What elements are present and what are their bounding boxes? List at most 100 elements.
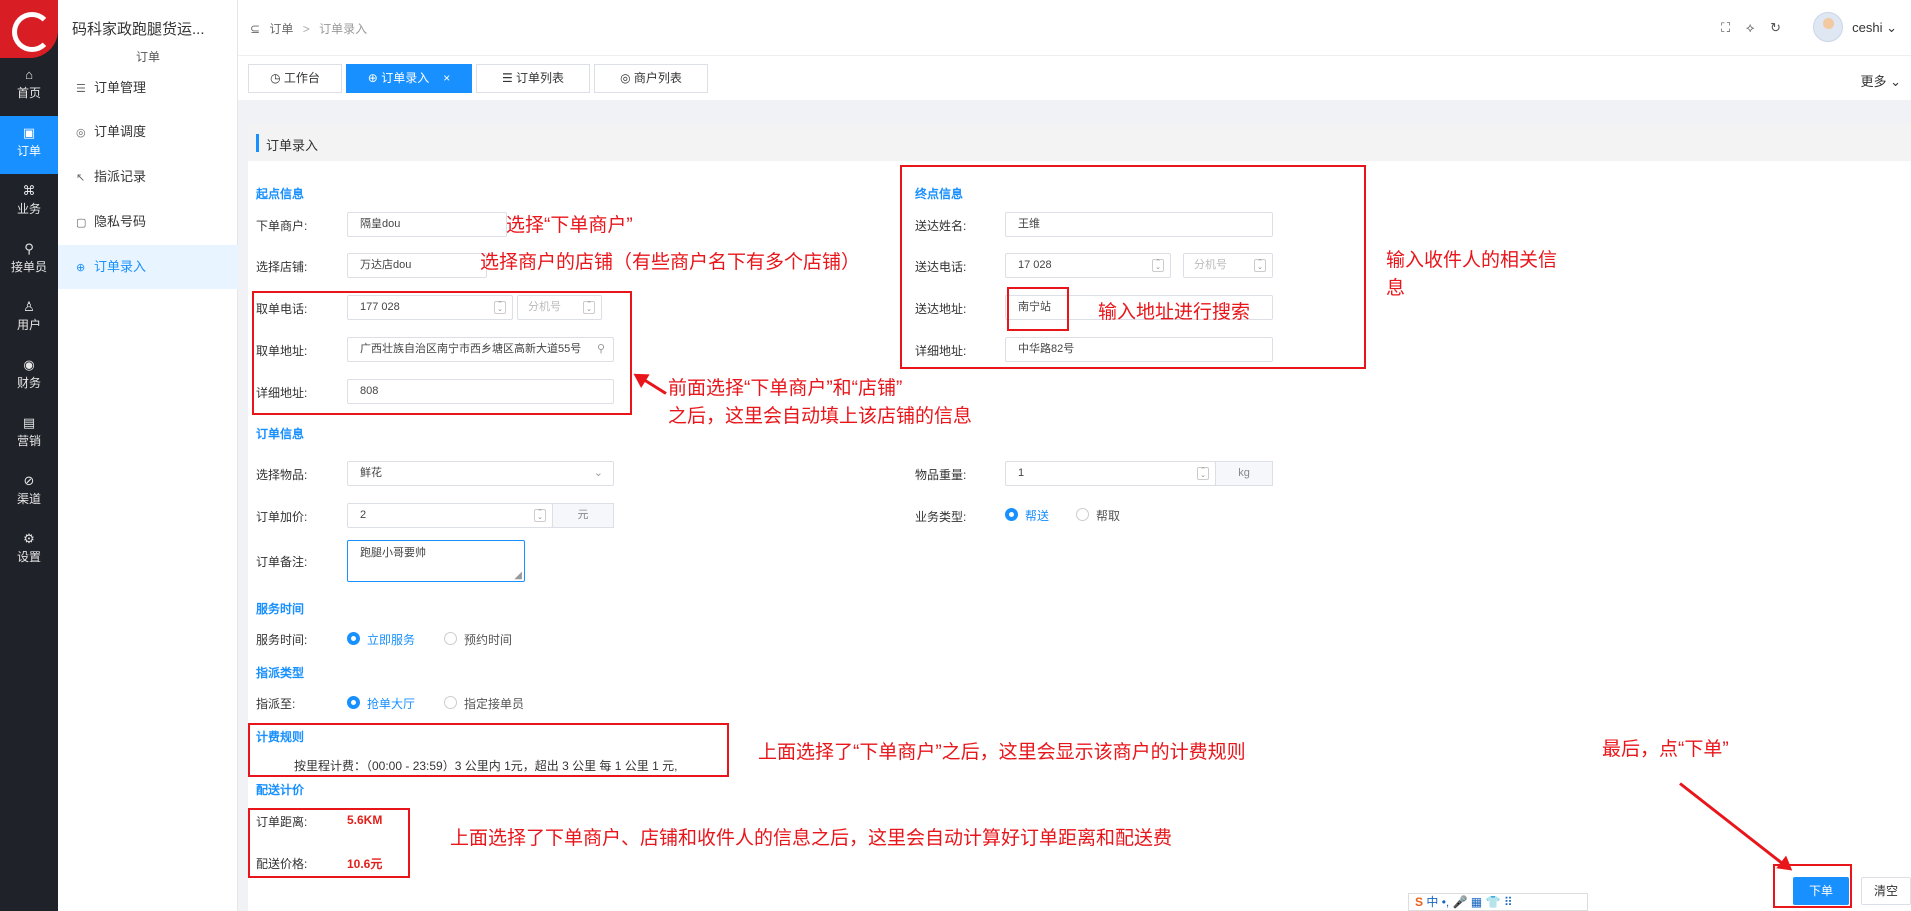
tabs-more-label: 更多 (1860, 74, 1887, 89)
annotation-select-merchant: 选择“下单商户” (506, 215, 633, 236)
assign-section-title: 指派类型 (256, 666, 305, 680)
main-nav-rail: ⌂ 首页 ▣ 订单 ⌘ 业务 ⚲ 接单员 ♙ 用户 ◉ 财务 ▤ 营销 ⊘ 渠道… (0, 0, 58, 911)
skin-icon[interactable]: 👕 (1486, 895, 1501, 909)
collapse-menu-icon[interactable]: ⊆ (250, 22, 260, 36)
merchant-select[interactable]: 隔皇dou (347, 212, 507, 237)
goods-label: 选择物品: (256, 468, 308, 482)
annotation-select-shop: 选择商户的店铺（有些商户名下有多个店铺） (480, 252, 861, 273)
business-type-pickup-radio[interactable] (1076, 508, 1089, 521)
fullscreen-icon[interactable]: ⛶ (1721, 20, 1730, 35)
rail-item-settings[interactable]: ⚙ 设置 (0, 522, 58, 580)
assign-hall-radio[interactable] (347, 696, 360, 709)
close-icon[interactable]: × (443, 71, 450, 85)
breadcrumb-item-order-entry: 订单录入 (319, 22, 368, 36)
tab-order-list[interactable]: ☰ 订单列表 (476, 64, 590, 93)
rail-item-channels[interactable]: ⊘ 渠道 (0, 464, 58, 522)
remark-label: 订单备注: (256, 555, 308, 569)
top-header: ⊆ 订单 > 订单录入 ⛶ ⟡ ↻ ceshi ⌄ (238, 0, 1911, 55)
rail-item-label: 首页 (16, 86, 41, 100)
rail-item-marketing[interactable]: ▤ 营销 (0, 406, 58, 464)
ime-menu-icon[interactable]: ⠿ (1504, 895, 1513, 909)
theme-icon[interactable]: ⟡ (1746, 20, 1755, 35)
rail-item-label: 订单 (16, 144, 41, 158)
service-now-radio[interactable] (347, 632, 360, 645)
weight-value: 1 (1018, 467, 1025, 479)
goods-select[interactable]: 鲜花 ⌄ (347, 461, 614, 486)
service-time-label: 服务时间: (256, 633, 308, 647)
annotation-click-submit: 最后，点“下单” (1602, 739, 1729, 760)
goods-value: 鲜花 (360, 467, 382, 479)
microphone-icon[interactable]: 🎤 (1453, 895, 1468, 909)
resize-handle-icon[interactable]: ◢ (514, 571, 522, 581)
business-type-pickup-label: 帮取 (1096, 509, 1121, 523)
breadcrumb-separator: > (302, 22, 310, 36)
submenu-item-order-dispatch[interactable]: ◎ 订单调度 (58, 110, 238, 154)
service-now-label: 立即服务 (367, 633, 416, 647)
submenu-item-order-entry[interactable]: ⊕ 订单录入 (58, 245, 238, 289)
tab-label: 工作台 (283, 71, 320, 85)
stepper-icon[interactable]: ⌃ ⌄ (1197, 467, 1209, 480)
markup-input[interactable]: 2 ⌃ ⌄ (347, 503, 553, 528)
ime-lang-toggle[interactable]: 中 (1426, 895, 1438, 909)
ime-punct-icon[interactable]: •, (1442, 895, 1450, 909)
rail-item-label: 用户 (16, 318, 41, 332)
rail-item-label: 渠道 (16, 492, 41, 506)
breadcrumb: ⊆ 订单 > 订单录入 (250, 20, 373, 37)
weight-unit: kg (1215, 461, 1273, 486)
annotation-auto-calc: 上面选择了下单商户、店铺和收件人的信息之后，这里会自动计算好订单距离和配送费 (450, 828, 1173, 849)
rail-item-label: 接单员 (10, 260, 47, 274)
clear-button[interactable]: 清空 (1861, 877, 1911, 905)
breadcrumb-item-orders[interactable]: 订单 (269, 22, 293, 36)
rail-item-couriers[interactable]: ⚲ 接单员 (0, 232, 58, 290)
weight-label: 物品重量: (915, 468, 967, 482)
tab-workbench[interactable]: ◷ 工作台 (248, 64, 342, 93)
marketing-icon: ▤ (22, 415, 36, 430)
ime-toolbar: S 中 •, 🎤 ▦ 👕 ⠿ (1408, 893, 1588, 911)
username: ceshi (1852, 20, 1883, 35)
phone-icon: ▢ (76, 217, 87, 229)
business-type-deliver-radio[interactable] (1005, 508, 1018, 521)
submenu-item-privacy-number[interactable]: ▢ 隐私号码 (58, 200, 238, 244)
assign-label: 指派至: (256, 697, 296, 711)
submenu-item-order-management[interactable]: ☰ 订单管理 (58, 66, 238, 110)
rail-item-business[interactable]: ⌘ 业务 (0, 174, 58, 232)
tab-label: 订单列表 (516, 71, 565, 85)
annotation-recipient-line2: 息 (1386, 278, 1406, 299)
chevron-down-icon: ⌄ (593, 467, 603, 479)
service-scheduled-radio[interactable] (444, 632, 457, 645)
rail-item-users[interactable]: ♙ 用户 (0, 290, 58, 348)
weight-input[interactable]: 1 ⌃ ⌄ (1005, 461, 1216, 486)
order-icon: ▣ (22, 125, 36, 140)
tab-order-entry[interactable]: ⊕ 订单录入 × (346, 64, 472, 93)
page-tabs-bar: ◷ 工作台 ⊕ 订单录入 × ☰ 订单列表 ◎ 商户列表 更多 ⌄ (238, 55, 1911, 100)
tab-merchant-list[interactable]: ◎ 商户列表 (594, 64, 708, 93)
avatar[interactable] (1813, 12, 1843, 42)
annotation-recipient-line1: 输入收件人的相关信 (1386, 250, 1558, 271)
user-menu[interactable]: ceshi ⌄ (1852, 20, 1897, 36)
rail-item-label: 业务 (16, 202, 41, 216)
rail-item-orders[interactable]: ▣ 订单 (0, 116, 58, 174)
gear-icon: ⚙ (23, 531, 35, 546)
shop-select[interactable]: 万达店dou (347, 253, 487, 278)
annotation-autofill-line2: 之后，这里会自动填上该店铺的信息 (668, 406, 973, 427)
ime-logo-icon[interactable]: S (1415, 895, 1423, 909)
rail-item-label: 营销 (16, 434, 41, 448)
rail-item-finance[interactable]: ◉ 财务 (0, 348, 58, 406)
annotation-box-pricing (248, 808, 410, 878)
stepper-icon[interactable]: ⌃ ⌄ (534, 509, 546, 522)
title-accent-bar (256, 134, 259, 152)
annotation-box-recipient-info (900, 165, 1366, 369)
tab-label: 订单录入 (381, 71, 430, 85)
submenu-item-assign-records[interactable]: ↖ 指派记录 (58, 155, 238, 199)
keyboard-icon[interactable]: ▦ (1471, 895, 1482, 909)
business-type-label: 业务类型: (915, 510, 967, 524)
header-tools: ⛶ ⟡ ↻ (1709, 20, 1781, 36)
refresh-icon[interactable]: ↻ (1770, 20, 1781, 35)
tabs-more-dropdown[interactable]: 更多 ⌄ (1860, 71, 1901, 90)
remark-textarea[interactable]: 跑腿小哥要帅 ◢ (347, 540, 525, 582)
assign-courier-radio[interactable] (444, 696, 457, 709)
merchant-icon: ◎ (620, 71, 631, 85)
assign-courier-label: 指定接单员 (464, 697, 525, 711)
rail-item-home[interactable]: ⌂ 首页 (0, 58, 58, 116)
dashboard-icon: ◷ (270, 71, 281, 85)
